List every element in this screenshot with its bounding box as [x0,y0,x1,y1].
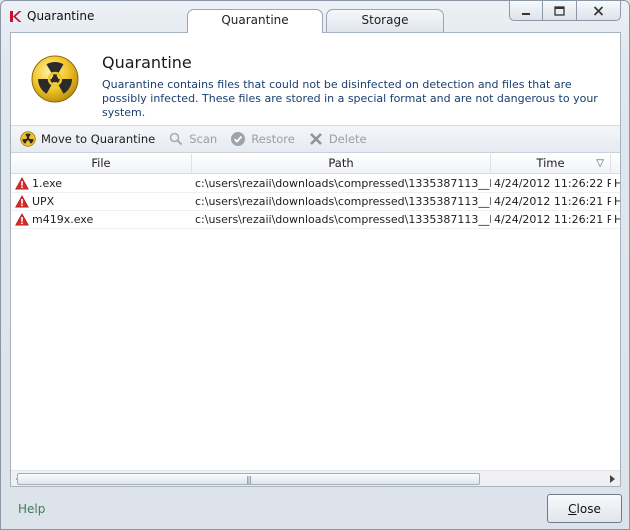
delete-button[interactable]: Delete [305,128,373,150]
path-cell: c:\users\rezaii\downloads\compressed\133… [195,177,491,190]
radiation-hazard-icon [31,55,79,103]
table-row[interactable]: m419x.exe c:\users\rezaii\downloads\comp… [11,211,620,229]
quarantine-window: Quarantine Quarantine Storage Quarantine… [0,0,630,530]
column-header-path[interactable]: Path [192,154,491,174]
path-cell: c:\users\rezaii\downloads\compressed\133… [195,213,491,226]
minimize-icon [522,12,530,15]
scroll-right-button[interactable] [604,471,620,487]
toolbar: Move to Quarantine Scan Restore Delete [11,125,620,153]
extra-cell: H [611,175,620,192]
quarantine-table: File Path Time ▽ 1.exe c:\users\rezaii\d… [11,154,620,470]
delete-label: Delete [328,132,367,146]
scan-button[interactable]: Scan [165,128,223,150]
header-section: Quarantine Quarantine contains files tha… [11,33,620,125]
radiation-icon [19,130,37,148]
window-title: Quarantine [27,9,95,23]
time-cell: 4/24/2012 11:26:21 PM [494,195,611,208]
warning-icon [15,177,29,190]
kaspersky-k-icon [10,11,22,22]
table-row[interactable]: UPX c:\users\rezaii\downloads\compressed… [11,193,620,211]
sort-descending-icon: ▽ [596,158,604,169]
file-cell: UPX [11,193,192,210]
help-link[interactable]: Help [18,502,45,516]
horizontal-scrollbar[interactable]: ||| [11,470,620,486]
file-cell: 1.exe [11,175,192,192]
delete-x-icon [307,130,325,148]
restore-button[interactable]: Restore [227,128,301,150]
maximize-button[interactable] [543,1,577,21]
path-cell: c:\users\rezaii\downloads\compressed\133… [195,195,491,208]
grip-icon: ||| [245,474,252,484]
close-button-label: lose [576,501,601,516]
scroll-right-icon [610,475,615,483]
move-to-quarantine-button[interactable]: Move to Quarantine [17,128,161,150]
close-icon [593,5,604,16]
window-controls [509,1,621,21]
time-cell: 4/24/2012 11:26:22 PM [494,177,611,190]
scan-label: Scan [189,132,218,146]
column-header-time-label: Time [536,156,565,170]
page-title: Quarantine [102,53,192,72]
tab-quarantine[interactable]: Quarantine [187,9,323,33]
page-description: Quarantine contains files that could not… [102,78,598,119]
title-bar[interactable]: Quarantine Quarantine Storage [1,1,629,33]
column-header-time[interactable]: Time ▽ [491,154,611,174]
magnifier-icon [167,130,185,148]
close-button-mnemonic: C [568,501,577,516]
extra-cell: H [611,211,620,228]
content-panel: Quarantine Quarantine contains files tha… [10,32,621,487]
file-name: m419x.exe [32,212,94,226]
file-name: UPX [32,194,55,208]
close-window-button[interactable] [577,1,621,21]
extra-cell: H [611,193,620,210]
move-to-quarantine-label: Move to Quarantine [41,132,156,146]
time-cell: 4/24/2012 11:26:21 PM [494,213,611,226]
table-row[interactable]: 1.exe c:\users\rezaii\downloads\compress… [11,175,620,193]
checkmark-circle-icon [229,130,247,148]
minimize-button[interactable] [509,1,543,21]
tab-storage[interactable]: Storage [326,9,444,32]
column-header-extra[interactable] [611,154,620,174]
warning-icon [15,213,29,226]
table-header: File Path Time ▽ [11,154,620,174]
restore-label: Restore [251,132,295,146]
file-name: 1.exe [32,176,63,190]
file-cell: m419x.exe [11,211,192,228]
column-header-file[interactable]: File [11,154,192,174]
close-button[interactable]: Close [547,494,622,523]
maximize-icon [554,5,565,16]
scrollbar-thumb[interactable]: ||| [17,473,480,485]
warning-icon [15,195,29,208]
